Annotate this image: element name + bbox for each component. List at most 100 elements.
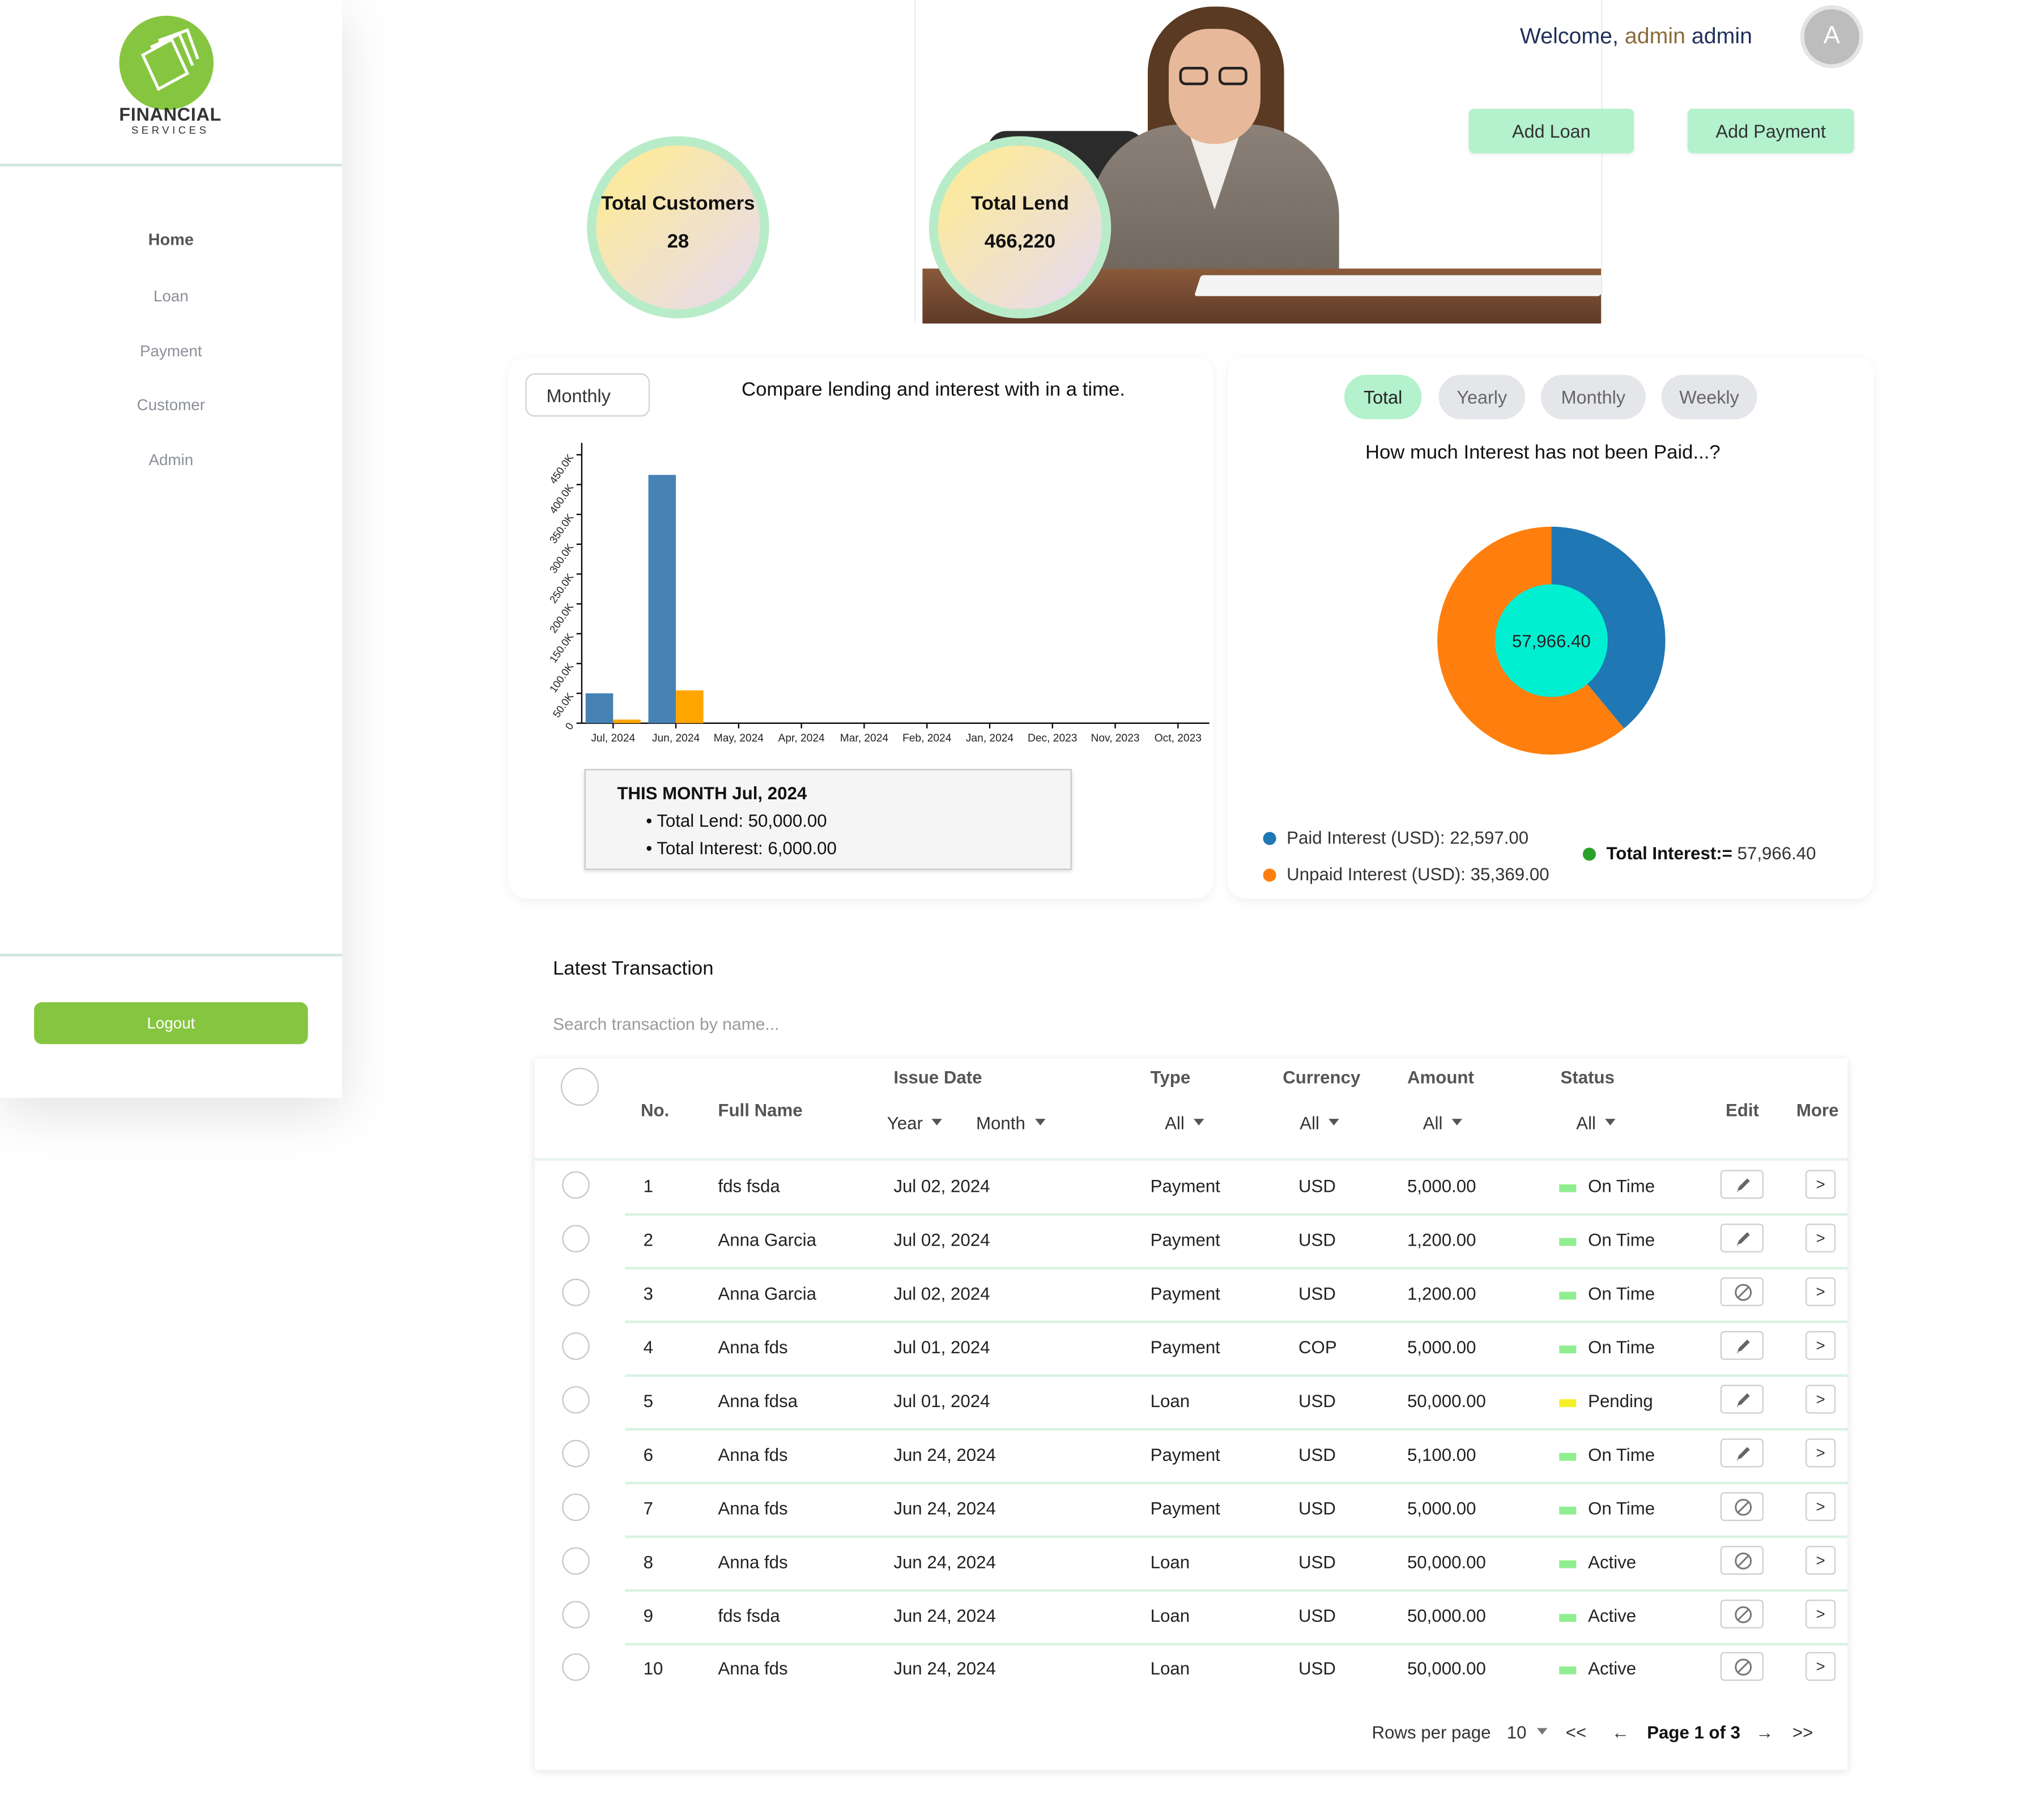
type-filter[interactable]: All: [1165, 1114, 1204, 1133]
bar-jul2024-s0: [585, 693, 614, 723]
add-payment-button[interactable]: Add Payment: [1687, 108, 1854, 154]
next-page-button[interactable]: →: [1756, 1723, 1773, 1742]
cell-status: On Time: [1588, 1445, 1655, 1465]
sidebar-item-loan[interactable]: Loan: [0, 287, 342, 305]
avatar[interactable]: A: [1800, 5, 1863, 69]
edit-button[interactable]: [1720, 1384, 1764, 1414]
rows-per-page-select[interactable]: 10: [1507, 1723, 1548, 1742]
row-checkbox[interactable]: [562, 1547, 590, 1575]
edit-button[interactable]: [1720, 1170, 1764, 1199]
more-button[interactable]: >: [1805, 1599, 1836, 1629]
more-button[interactable]: >: [1805, 1170, 1836, 1199]
more-button[interactable]: >: [1805, 1438, 1836, 1468]
sidebar-item-admin[interactable]: Admin: [0, 451, 342, 469]
tab-total[interactable]: Total: [1344, 374, 1422, 420]
x-tick-label: Dec, 2023: [1028, 732, 1077, 744]
x-tick-label: Apr, 2024: [778, 732, 825, 744]
sidebar-item-home[interactable]: Home: [0, 231, 342, 249]
pencil-icon: [1736, 1393, 1750, 1407]
more-button[interactable]: >: [1805, 1384, 1836, 1414]
row-checkbox[interactable]: [562, 1493, 590, 1522]
more-button[interactable]: >: [1805, 1546, 1836, 1575]
chart-title: Compare lending and interest with in a t…: [742, 378, 1125, 401]
edit-button[interactable]: [1720, 1438, 1764, 1468]
y-tick-label: 150.0K: [547, 630, 576, 665]
add-loan-button[interactable]: Add Loan: [1468, 108, 1634, 154]
edit-button[interactable]: [1720, 1492, 1764, 1522]
period-select[interactable]: Monthly: [525, 373, 650, 417]
more-button[interactable]: >: [1805, 1492, 1836, 1522]
face-shape: [1169, 28, 1261, 144]
sidebar-item-payment[interactable]: Payment: [0, 342, 342, 360]
more-button[interactable]: >: [1805, 1224, 1836, 1253]
last-page-button[interactable]: >>: [1792, 1723, 1813, 1742]
year-filter[interactable]: Year: [887, 1114, 943, 1133]
caret-down-icon: [1328, 1119, 1339, 1126]
more-button[interactable]: >: [1805, 1277, 1836, 1306]
currency-filter[interactable]: All: [1300, 1114, 1339, 1133]
row-checkbox[interactable]: [562, 1171, 590, 1199]
pencil-shape: [1737, 1393, 1750, 1406]
cell-amount: 5,000.00: [1407, 1498, 1476, 1519]
x-tick-label: Jun, 2024: [652, 732, 700, 744]
month-filter[interactable]: Month: [976, 1114, 1045, 1133]
logout-button[interactable]: Logout: [34, 1002, 308, 1045]
cell-amount: 50,000.00: [1407, 1606, 1486, 1626]
y-tick-label: 0: [563, 721, 576, 732]
stat-value: 466,220: [984, 231, 1056, 253]
legend-paid-label: Paid Interest (USD): 22,597.00: [1287, 828, 1529, 848]
cell-no: 8: [643, 1552, 653, 1572]
amount-filter[interactable]: All: [1423, 1114, 1463, 1133]
sidebar-divider-bottom: [0, 953, 342, 957]
status-indicator: [1559, 1614, 1577, 1622]
more-button[interactable]: >: [1805, 1652, 1836, 1681]
row-checkbox[interactable]: [562, 1332, 590, 1360]
search-input[interactable]: [553, 1014, 946, 1034]
sidebar-item-customer[interactable]: Customer: [0, 395, 342, 414]
cell-status: On Time: [1588, 1284, 1655, 1304]
status-indicator: [1559, 1292, 1577, 1300]
tab-monthly[interactable]: Monthly: [1540, 374, 1646, 420]
edit-button[interactable]: [1720, 1224, 1764, 1253]
edit-button[interactable]: [1720, 1277, 1764, 1306]
tab-yearly[interactable]: Yearly: [1438, 374, 1526, 420]
stat-value: 28: [667, 231, 689, 253]
y-tick-label: 250.0K: [547, 571, 576, 606]
cell-full-name: Anna Garcia: [718, 1230, 816, 1250]
caret-down-icon: [1536, 1728, 1548, 1735]
cell-type: Loan: [1150, 1606, 1190, 1626]
status-indicator: [1559, 1184, 1577, 1192]
cell-no: 2: [643, 1230, 653, 1250]
cell-amount: 50,000.00: [1407, 1391, 1486, 1411]
row-checkbox[interactable]: [562, 1225, 590, 1253]
edit-button[interactable]: [1720, 1652, 1764, 1681]
rows-per-page-label: Rows per page: [1372, 1723, 1491, 1743]
more-button[interactable]: >: [1805, 1331, 1836, 1360]
cell-currency: USD: [1298, 1176, 1336, 1196]
cell-issue-date: Jun 24, 2024: [893, 1498, 996, 1519]
edit-button[interactable]: [1720, 1546, 1764, 1575]
edit-button[interactable]: [1720, 1331, 1764, 1360]
row-checkbox[interactable]: [562, 1601, 590, 1629]
cell-currency: USD: [1298, 1230, 1336, 1250]
financial-services-logo: FINANCIAL SERVICES: [116, 15, 225, 140]
select-all-checkbox[interactable]: [560, 1067, 599, 1106]
first-page-button[interactable]: <<: [1566, 1723, 1586, 1742]
cell-full-name: Anna fds: [718, 1659, 788, 1678]
table-row: 4 Anna fds Jul 01, 2024 Payment COP 5,00…: [535, 1322, 1848, 1377]
row-checkbox[interactable]: [562, 1439, 590, 1468]
row-checkbox[interactable]: [562, 1386, 590, 1414]
prev-page-button[interactable]: ←: [1612, 1723, 1629, 1742]
cell-issue-date: Jul 02, 2024: [893, 1230, 990, 1250]
cell-no: 7: [643, 1498, 653, 1519]
tab-weekly[interactable]: Weekly: [1661, 374, 1757, 420]
cell-type: Payment: [1150, 1498, 1220, 1519]
row-checkbox[interactable]: [562, 1653, 590, 1681]
bar-jun2024-s0: [648, 475, 676, 723]
x-tick-label: Oct, 2023: [1155, 732, 1202, 744]
row-checkbox[interactable]: [562, 1278, 590, 1306]
status-filter[interactable]: All: [1576, 1114, 1616, 1133]
edit-button[interactable]: [1720, 1599, 1764, 1629]
header-edit: Edit: [1725, 1100, 1759, 1120]
cell-issue-date: Jun 24, 2024: [893, 1659, 996, 1678]
